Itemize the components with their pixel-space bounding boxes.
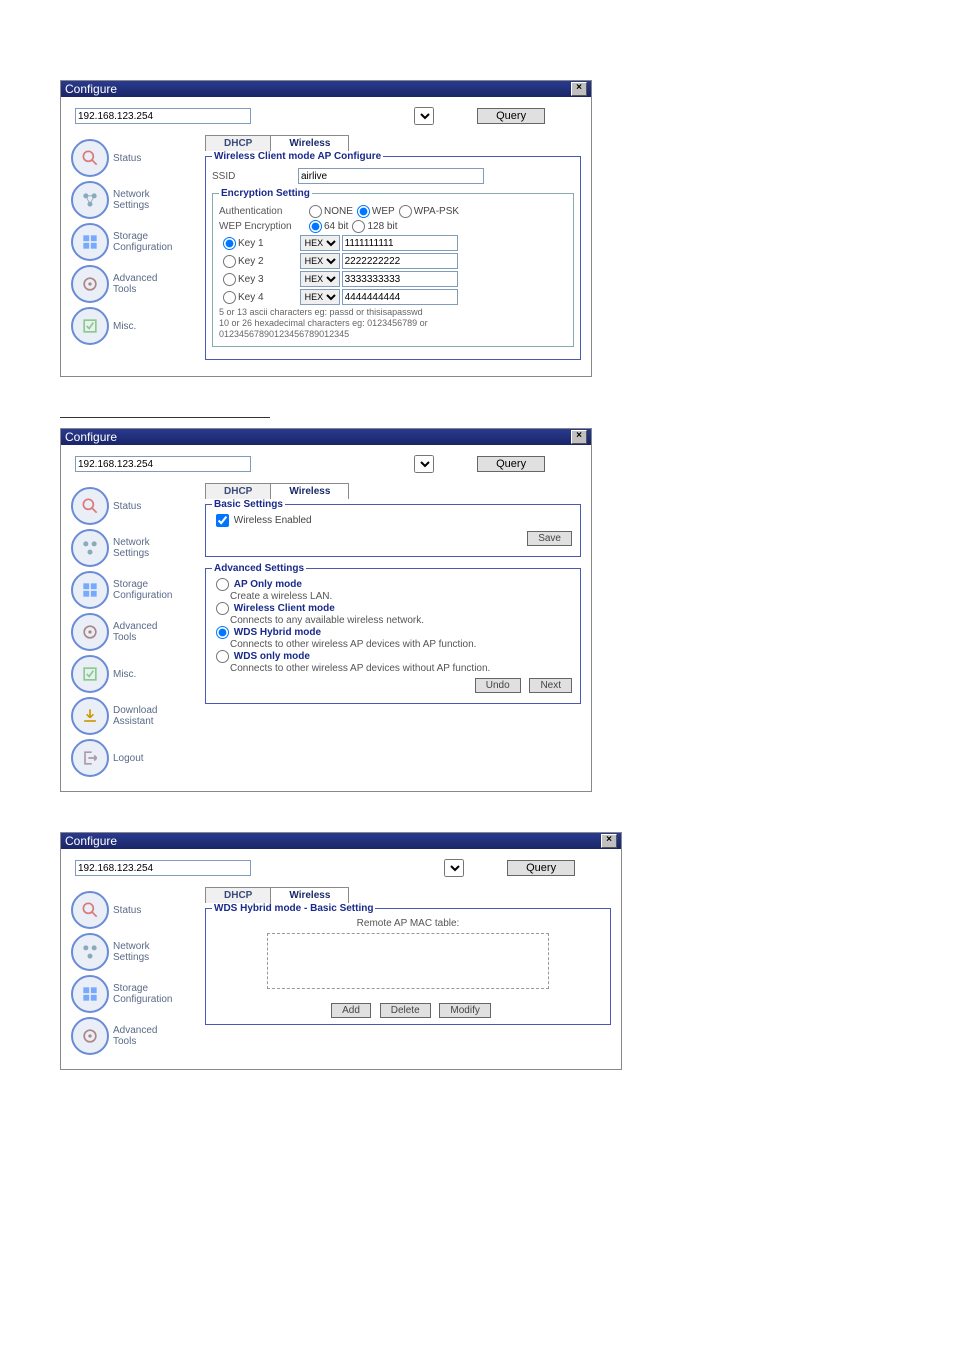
tab-wireless[interactable]: Wireless [270, 135, 349, 151]
misc-icon [71, 655, 109, 693]
gear-icon [71, 613, 109, 651]
storage-icon [71, 571, 109, 609]
key1-input[interactable] [342, 235, 458, 251]
sidebar-item-network[interactable]: Network Settings [71, 181, 201, 219]
auth-none-radio[interactable] [309, 205, 322, 218]
sidebar-item-storage[interactable]: Storage Configuration [71, 223, 201, 261]
wireless-enabled-checkbox[interactable] [216, 514, 229, 527]
auth-wep-radio[interactable] [357, 205, 370, 218]
mac-table-label: Remote AP MAC table: [212, 918, 604, 929]
close-icon[interactable]: × [571, 430, 587, 444]
sidebar-item-status[interactable]: Status [71, 891, 201, 929]
ssid-input[interactable] [298, 168, 484, 184]
gear-icon [71, 265, 109, 303]
remote-ap-mac-table[interactable] [267, 933, 549, 989]
misc-icon [71, 307, 109, 345]
ip-input[interactable] [75, 860, 251, 876]
network-icon [71, 181, 109, 219]
storage-icon [71, 975, 109, 1013]
sidebar-item-advanced[interactable]: Advanced Tools [71, 613, 201, 651]
close-icon[interactable]: × [571, 82, 587, 96]
key2-format-select[interactable]: HEX [300, 253, 340, 269]
device-select[interactable] [414, 107, 434, 125]
save-button[interactable]: Save [527, 531, 572, 546]
key4-radio[interactable] [223, 291, 236, 304]
mode-client-radio[interactable] [216, 602, 229, 615]
key4-format-select[interactable]: HEX [300, 289, 340, 305]
key2-radio[interactable] [223, 255, 236, 268]
key4-input[interactable] [342, 289, 458, 305]
magnifier-icon [71, 487, 109, 525]
device-select[interactable] [444, 859, 464, 877]
key3-input[interactable] [342, 271, 458, 287]
tab-dhcp[interactable]: DHCP [205, 135, 271, 151]
tab-dhcp[interactable]: DHCP [205, 887, 271, 903]
mode-wds-hybrid-radio[interactable] [216, 626, 229, 639]
sidebar-item-status[interactable]: Status [71, 139, 201, 177]
wep-128-radio[interactable] [352, 220, 365, 233]
tab-dhcp[interactable]: DHCP [205, 483, 271, 499]
download-icon [71, 697, 109, 735]
sidebar-item-misc[interactable]: Misc. [71, 307, 201, 345]
magnifier-icon [71, 139, 109, 177]
key3-format-select[interactable]: HEX [300, 271, 340, 287]
sidebar-item-misc[interactable]: Misc. [71, 655, 201, 693]
fieldset-title: Wireless Client mode AP Configure [212, 151, 383, 162]
window-title: Configure [65, 82, 117, 96]
network-icon [71, 933, 109, 971]
sidebar-item-storage[interactable]: Storage Configuration [71, 975, 201, 1013]
gear-icon [71, 1017, 109, 1055]
window-title: Configure [65, 834, 117, 848]
tab-wireless[interactable]: Wireless [270, 887, 349, 903]
storage-icon [71, 223, 109, 261]
key1-radio[interactable] [223, 237, 236, 250]
sidebar-item-network[interactable]: Network Settings [71, 529, 201, 567]
modify-button[interactable]: Modify [439, 1003, 490, 1018]
undo-button[interactable]: Undo [475, 678, 521, 693]
sidebar-item-advanced[interactable]: Advanced Tools [71, 1017, 201, 1055]
mode-ap-radio[interactable] [216, 578, 229, 591]
wep-64-radio[interactable] [309, 220, 322, 233]
sidebar-item-advanced[interactable]: Advanced Tools [71, 265, 201, 303]
tab-wireless[interactable]: Wireless [270, 483, 349, 499]
query-button[interactable]: Query [477, 108, 545, 124]
network-icon [71, 529, 109, 567]
key1-format-select[interactable]: HEX [300, 235, 340, 251]
close-icon[interactable]: × [601, 834, 617, 848]
sidebar-item-network[interactable]: Network Settings [71, 933, 201, 971]
ip-input[interactable] [75, 456, 251, 472]
ip-input[interactable] [75, 108, 251, 124]
device-select[interactable] [414, 455, 434, 473]
auth-wpa-radio[interactable] [399, 205, 412, 218]
sidebar-item-storage[interactable]: Storage Configuration [71, 571, 201, 609]
key3-radio[interactable] [223, 273, 236, 286]
sidebar-item-logout[interactable]: Logout [71, 739, 201, 777]
window-title: Configure [65, 430, 117, 444]
wep-hint-text: 5 or 13 ascii characters eg: passd or th… [219, 307, 567, 340]
query-button[interactable]: Query [477, 456, 545, 472]
sidebar-item-download[interactable]: Download Assistant [71, 697, 201, 735]
magnifier-icon [71, 891, 109, 929]
next-button[interactable]: Next [529, 678, 572, 693]
sidebar-item-status[interactable]: Status [71, 487, 201, 525]
mode-wds-only-radio[interactable] [216, 650, 229, 663]
delete-button[interactable]: Delete [380, 1003, 431, 1018]
logout-icon [71, 739, 109, 777]
add-button[interactable]: Add [331, 1003, 371, 1018]
key2-input[interactable] [342, 253, 458, 269]
query-button[interactable]: Query [507, 860, 575, 876]
